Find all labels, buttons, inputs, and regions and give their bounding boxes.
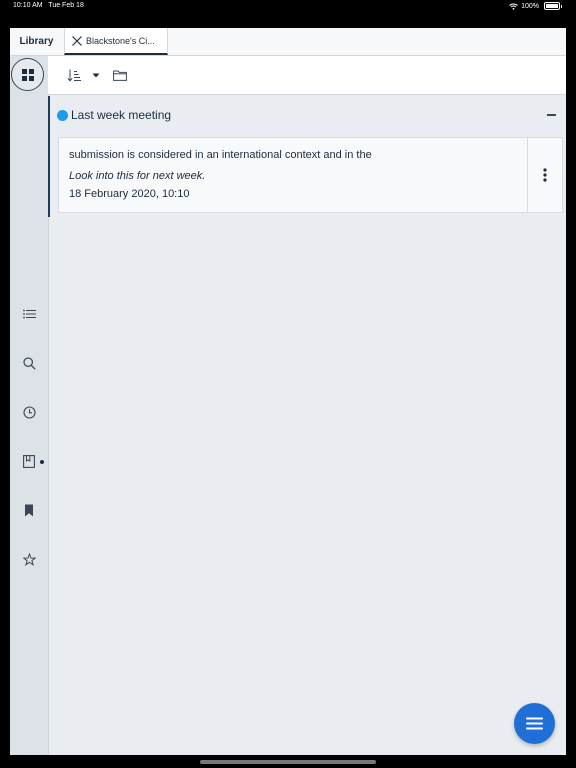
- notebook-icon: [23, 454, 35, 468]
- annotation-card[interactable]: submission is considered in an internati…: [58, 137, 563, 213]
- group-title: Last week meeting: [71, 108, 172, 122]
- status-indicators: 100%: [509, 2, 562, 10]
- bookmarks-button[interactable]: [19, 500, 39, 520]
- more-vertical-icon: [543, 168, 547, 182]
- annotation-note: Look into this for next week.: [69, 170, 206, 182]
- tab-bar: Library Blackstone's Ci...: [10, 28, 566, 56]
- chevron-down-icon: [92, 73, 100, 77]
- sidebar: [10, 56, 49, 755]
- close-icon[interactable]: [71, 35, 83, 47]
- search-icon: [22, 356, 36, 370]
- battery-icon: [544, 2, 560, 10]
- group-color-dot: [57, 110, 68, 121]
- more-options-button[interactable]: [527, 138, 562, 212]
- collapse-minus-icon[interactable]: [544, 109, 558, 121]
- table-of-contents-button[interactable]: [19, 304, 39, 324]
- status-time-date: 10:10 AM Tue Feb 18: [13, 2, 84, 9]
- app-window: Library Blackstone's Ci... Last week mee…: [10, 28, 566, 755]
- toolbar: [48, 56, 566, 95]
- tab-document[interactable]: Blackstone's Ci...: [64, 28, 168, 55]
- annotation-date: 18 February 2020, 10:10: [69, 188, 190, 200]
- favourites-button[interactable]: [19, 549, 39, 569]
- search-button[interactable]: [19, 353, 39, 373]
- wifi-icon: [509, 3, 518, 10]
- sort-icon: [67, 69, 81, 82]
- annotation-group: Last week meeting submission is consider…: [48, 96, 566, 217]
- favourites-star-icon: [22, 552, 36, 566]
- annotation-excerpt: submission is considered in an internati…: [69, 149, 372, 161]
- status-time: 10:10 AM: [13, 2, 43, 9]
- group-header[interactable]: Last week meeting: [50, 96, 566, 134]
- bookmark-icon: [25, 504, 33, 516]
- menu-fab-button[interactable]: [514, 703, 555, 744]
- history-button[interactable]: [19, 402, 39, 422]
- tab-document-label: Blackstone's Ci...: [86, 35, 155, 46]
- folder-button[interactable]: [112, 67, 128, 83]
- hamburger-menu-icon: [526, 717, 543, 730]
- library-grid-button[interactable]: [11, 58, 44, 91]
- table-of-contents-icon: [22, 309, 36, 319]
- battery-percent: 100%: [521, 2, 539, 10]
- status-date: Tue Feb 18: [48, 2, 84, 9]
- home-indicator[interactable]: [200, 760, 376, 764]
- grid-icon: [21, 68, 34, 81]
- sort-button[interactable]: [66, 67, 82, 83]
- notebook-indicator-dot: [40, 460, 44, 464]
- status-bar: 10:10 AM Tue Feb 18 100%: [0, 0, 576, 28]
- folder-icon: [113, 70, 127, 81]
- history-icon: [22, 405, 36, 419]
- tab-library[interactable]: Library: [10, 28, 63, 55]
- sort-dropdown-button[interactable]: [90, 67, 102, 83]
- notebook-button[interactable]: [19, 451, 39, 471]
